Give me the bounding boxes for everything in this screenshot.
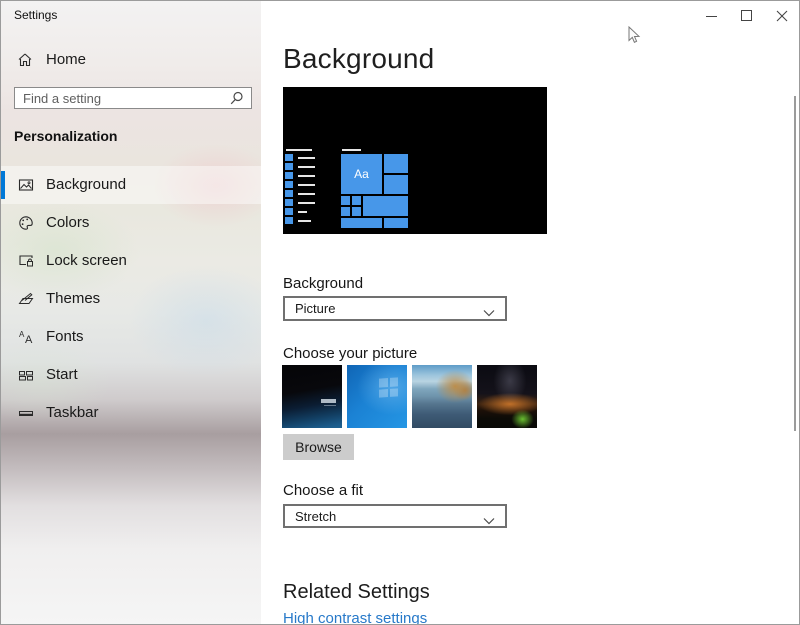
- fit-value: Stretch: [295, 509, 336, 524]
- sidebar-item-label: Lock screen: [46, 252, 127, 269]
- sidebar-item-start[interactable]: Start: [1, 356, 261, 394]
- window-title: Settings: [14, 8, 57, 22]
- page-title: Background: [283, 43, 434, 75]
- fonts-icon: AA: [18, 329, 34, 345]
- picture-thumbnails: [282, 365, 537, 428]
- svg-text:A: A: [25, 334, 33, 345]
- thumbnail-windows-default-wallpaper[interactable]: [347, 365, 407, 428]
- sidebar-item-colors[interactable]: Colors: [1, 204, 261, 242]
- sidebar-nav: Background Colors Lock screen: [1, 166, 261, 432]
- close-icon: [776, 10, 788, 22]
- main-content: Background Aa: [261, 1, 799, 624]
- settings-window: Settings Home Personalization Background: [0, 0, 800, 625]
- background-type-value: Picture: [295, 301, 335, 316]
- start-icon: [18, 367, 34, 383]
- fit-dropdown[interactable]: Stretch: [283, 504, 507, 528]
- preview-applist-header-line: [286, 149, 312, 151]
- home-icon: [17, 52, 33, 68]
- search-box: [14, 87, 252, 109]
- chevron-down-icon: [483, 513, 495, 528]
- sidebar-item-label: Fonts: [46, 328, 84, 345]
- scrollbar-thumb[interactable]: [794, 96, 796, 431]
- sidebar-item-themes[interactable]: Themes: [1, 280, 261, 318]
- choose-picture-label: Choose your picture: [283, 345, 417, 362]
- close-button[interactable]: [764, 1, 799, 31]
- browse-button[interactable]: Browse: [283, 434, 354, 460]
- picture-icon: [18, 177, 34, 193]
- windows-logo: [379, 377, 398, 397]
- sidebar-item-background[interactable]: Background: [1, 166, 261, 204]
- sidebar-item-home-label: Home: [46, 51, 86, 68]
- minimize-icon: [706, 16, 717, 17]
- sidebar-section-header: Personalization: [14, 128, 117, 144]
- maximize-button[interactable]: [729, 1, 764, 31]
- sidebar-item-fonts[interactable]: AA Fonts: [1, 318, 261, 356]
- lock-screen-icon: [18, 253, 34, 269]
- choose-fit-label: Choose a fit: [283, 482, 363, 499]
- sidebar-item-label: Themes: [46, 290, 100, 307]
- high-contrast-settings-link[interactable]: High contrast settings: [283, 610, 427, 625]
- related-settings-heading: Related Settings: [283, 581, 430, 604]
- background-type-dropdown[interactable]: Picture: [283, 296, 507, 321]
- palette-icon: [18, 215, 34, 231]
- sidebar-item-taskbar[interactable]: Taskbar: [1, 394, 261, 432]
- window-controls: [694, 1, 799, 31]
- themes-icon: [18, 291, 34, 307]
- sidebar-item-label: Background: [46, 176, 126, 193]
- preview-tile-aa: Aa: [341, 154, 382, 194]
- thumbnail-beach-rocks-wallpaper[interactable]: [412, 365, 472, 428]
- sidebar-item-home[interactable]: Home: [1, 47, 261, 75]
- sidebar-item-label: Colors: [46, 214, 89, 231]
- search-input[interactable]: [23, 89, 223, 107]
- sidebar: Settings Home Personalization Background: [1, 1, 261, 624]
- preview-tiles-header-line: [342, 149, 361, 151]
- search-icon[interactable]: [229, 91, 244, 111]
- desktop-preview: Aa: [283, 87, 547, 234]
- minimize-button[interactable]: [694, 1, 729, 31]
- thumbnail-dark-abstract-wallpaper[interactable]: [282, 365, 342, 428]
- taskbar-icon: [18, 405, 34, 421]
- sidebar-item-label: Taskbar: [46, 404, 99, 421]
- thumbnail-night-camping-wallpaper[interactable]: [477, 365, 537, 428]
- maximize-icon: [741, 10, 752, 21]
- chevron-down-icon: [483, 305, 495, 320]
- sidebar-item-label: Start: [46, 366, 78, 383]
- sidebar-item-lock-screen[interactable]: Lock screen: [1, 242, 261, 280]
- selected-accent-bar: [1, 171, 5, 199]
- background-dropdown-label: Background: [283, 275, 363, 292]
